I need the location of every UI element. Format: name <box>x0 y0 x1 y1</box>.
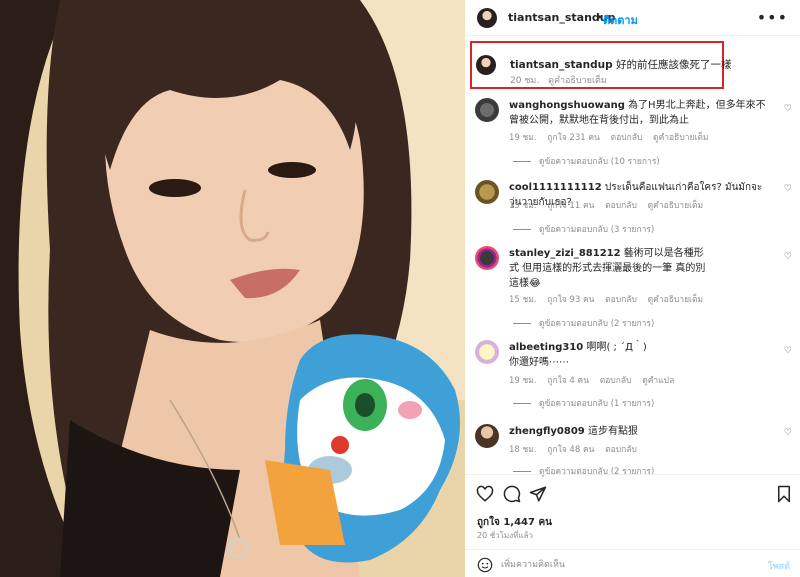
reply-button[interactable]: ตอบกลับ <box>605 295 637 305</box>
comment-time: 19 ชม. <box>509 376 537 386</box>
commenter-avatar[interactable] <box>475 424 499 448</box>
like-heart-icon[interactable]: ♡ <box>784 252 792 262</box>
comment-text: zhengfly0809 這步有點狠 <box>509 424 771 439</box>
comment-time: 18 ชม. <box>509 445 537 455</box>
translate-button[interactable]: ดูคำอธิบายเต็ม <box>648 201 703 211</box>
comment-time: 15 ชม. <box>509 295 537 305</box>
post-actions: ถูกใจ 1,447 คน 20 ชั่วโมงที่แล้ว โพสต์ <box>465 474 800 577</box>
comment-input[interactable] <box>501 555 751 575</box>
post-comment-button[interactable]: โพสต์ <box>768 559 790 573</box>
like-heart-icon[interactable]: ♡ <box>784 184 792 194</box>
caption-body: 好的前任應該像死了一樣 <box>615 59 732 71</box>
comment-text: albeeting310 啊啊( ; ´Д｀) 你還好嗎⋯⋯ <box>509 340 659 370</box>
replies-line <box>513 471 531 472</box>
commenter-avatar[interactable] <box>475 180 499 204</box>
commenter-avatar[interactable] <box>475 98 499 122</box>
comment-icon[interactable] <box>503 485 521 503</box>
caption-translate[interactable]: ดูคำอธิบายเต็ม <box>548 76 607 86</box>
like-heart-icon[interactable]: ♡ <box>784 428 792 438</box>
follow-button[interactable]: ติดตาม <box>603 11 638 29</box>
like-heart-icon[interactable] <box>476 485 494 503</box>
commenter-username[interactable]: albeeting310 <box>509 342 583 353</box>
comment-time: 15 ชม. <box>509 201 537 211</box>
comment-likes[interactable]: ถูกใจ 48 คน <box>547 445 594 455</box>
commenter-avatar[interactable] <box>475 340 499 364</box>
caption-highlight: tiantsan_standup 好的前任應該像死了一樣 20 ชม. ดูคำ… <box>470 41 731 89</box>
emoji-icon[interactable] <box>477 557 493 573</box>
comment-meta: 19 ชม. ถูกใจ 231 คน ตอบกลับ ดูคำอธิบายเต… <box>509 130 717 144</box>
likes-count[interactable]: ถูกใจ 1,447 คน <box>477 515 552 530</box>
reply-button[interactable]: ตอบกลับ <box>600 376 632 386</box>
like-heart-icon[interactable]: ♡ <box>784 346 792 356</box>
comment-likes[interactable]: ถูกใจ 11 คน <box>547 201 594 211</box>
caption-avatar[interactable] <box>476 55 496 75</box>
comment-meta: 18 ชม. ถูกใจ 48 คน ตอบกลับ <box>509 442 645 456</box>
view-replies-button[interactable]: ดูข้อความตอบกลับ (1 รายการ) <box>513 396 654 410</box>
comment-text: stanley_zizi_881212 藝術可以是各種形式 但用這樣的形式去揮灑… <box>509 246 709 291</box>
comment-meta: 15 ชม. ถูกใจ 11 คน ตอบกลับ ดูคำอธิบายเต็… <box>509 198 711 212</box>
commenter-username[interactable]: stanley_zizi_881212 <box>509 248 621 259</box>
reply-button[interactable]: ตอบกลับ <box>605 201 637 211</box>
comment-time: 19 ชม. <box>509 133 537 143</box>
commenter-avatar[interactable] <box>475 246 499 270</box>
commenter-username[interactable]: zhengfly0809 <box>509 426 585 437</box>
comment-text: wanghongshuowang 為了H男北上奔赴，但多年來不曾被公開，默默地在… <box>509 98 771 128</box>
header-separator: • <box>596 11 603 24</box>
caption-meta: 20 ชม. ดูคำอธิบายเต็ม <box>510 73 607 87</box>
comment-meta: 19 ชม. ถูกใจ 4 คน ตอบกลับ ดูคำแปล <box>509 373 682 387</box>
replies-line <box>513 403 531 404</box>
translate-button[interactable]: ดูคำอธิบายเต็ม <box>653 133 708 143</box>
post-photo <box>0 0 465 577</box>
caption-text: tiantsan_standup 好的前任應該像死了一樣 <box>510 57 731 72</box>
selfie-illustration <box>0 0 465 577</box>
view-replies-button[interactable]: ดูข้อความตอบกลับ (3 รายการ) <box>513 222 654 236</box>
replies-label: ดูข้อความตอบกลับ (3 รายการ) <box>539 225 655 235</box>
post-time: 20 ชั่วโมงที่แล้ว <box>477 531 533 540</box>
commenter-username[interactable]: wanghongshuowang <box>509 100 625 111</box>
caption-time: 20 ชม. <box>510 76 540 86</box>
comment-likes[interactable]: ถูกใจ 4 คน <box>547 376 589 386</box>
reply-button[interactable]: ตอบกลับ <box>611 133 643 143</box>
instagram-post-view: tiantsan_standup • ติดตาม ••• tiantsan_s… <box>0 0 800 577</box>
comment-likes[interactable]: ถูกใจ 93 คน <box>547 295 594 305</box>
translate-button[interactable]: ดูคำอธิบายเต็ม <box>648 295 703 305</box>
replies-line <box>513 161 531 162</box>
like-heart-icon[interactable]: ♡ <box>784 104 792 114</box>
author-avatar[interactable] <box>477 8 497 28</box>
add-comment-bar: โพสต์ <box>465 549 800 577</box>
view-replies-button[interactable]: ดูข้อความตอบกลับ (10 รายการ) <box>513 154 660 168</box>
translate-button[interactable]: ดูคำแปล <box>642 376 674 386</box>
view-replies-button[interactable]: ดูข้อความตอบกลับ (2 รายการ) <box>513 316 654 330</box>
post-header: tiantsan_standup • ติดตาม ••• <box>465 0 800 36</box>
replies-line <box>513 323 531 324</box>
replies-label: ดูข้อความตอบกลับ (2 รายการ) <box>539 319 655 329</box>
bookmark-icon[interactable] <box>775 485 793 503</box>
replies-line <box>513 229 531 230</box>
post-sidebar: tiantsan_standup • ติดตาม ••• tiantsan_s… <box>465 0 800 577</box>
replies-label: ดูข้อความตอบกลับ (10 รายการ) <box>539 157 660 167</box>
share-icon[interactable] <box>529 485 547 503</box>
replies-label: ดูข้อความตอบกลับ (1 รายการ) <box>539 399 655 409</box>
caption-username[interactable]: tiantsan_standup <box>510 59 613 71</box>
commenter-username[interactable]: cool1111111112 <box>509 182 602 193</box>
comment-body: 這步有點狠 <box>587 426 638 437</box>
comment-likes[interactable]: ถูกใจ 231 คน <box>547 133 600 143</box>
more-options-icon[interactable]: ••• <box>757 8 788 27</box>
comment-meta: 15 ชม. ถูกใจ 93 คน ตอบกลับ ดูคำอธิบายเต็… <box>509 292 711 306</box>
reply-button[interactable]: ตอบกลับ <box>605 445 637 455</box>
